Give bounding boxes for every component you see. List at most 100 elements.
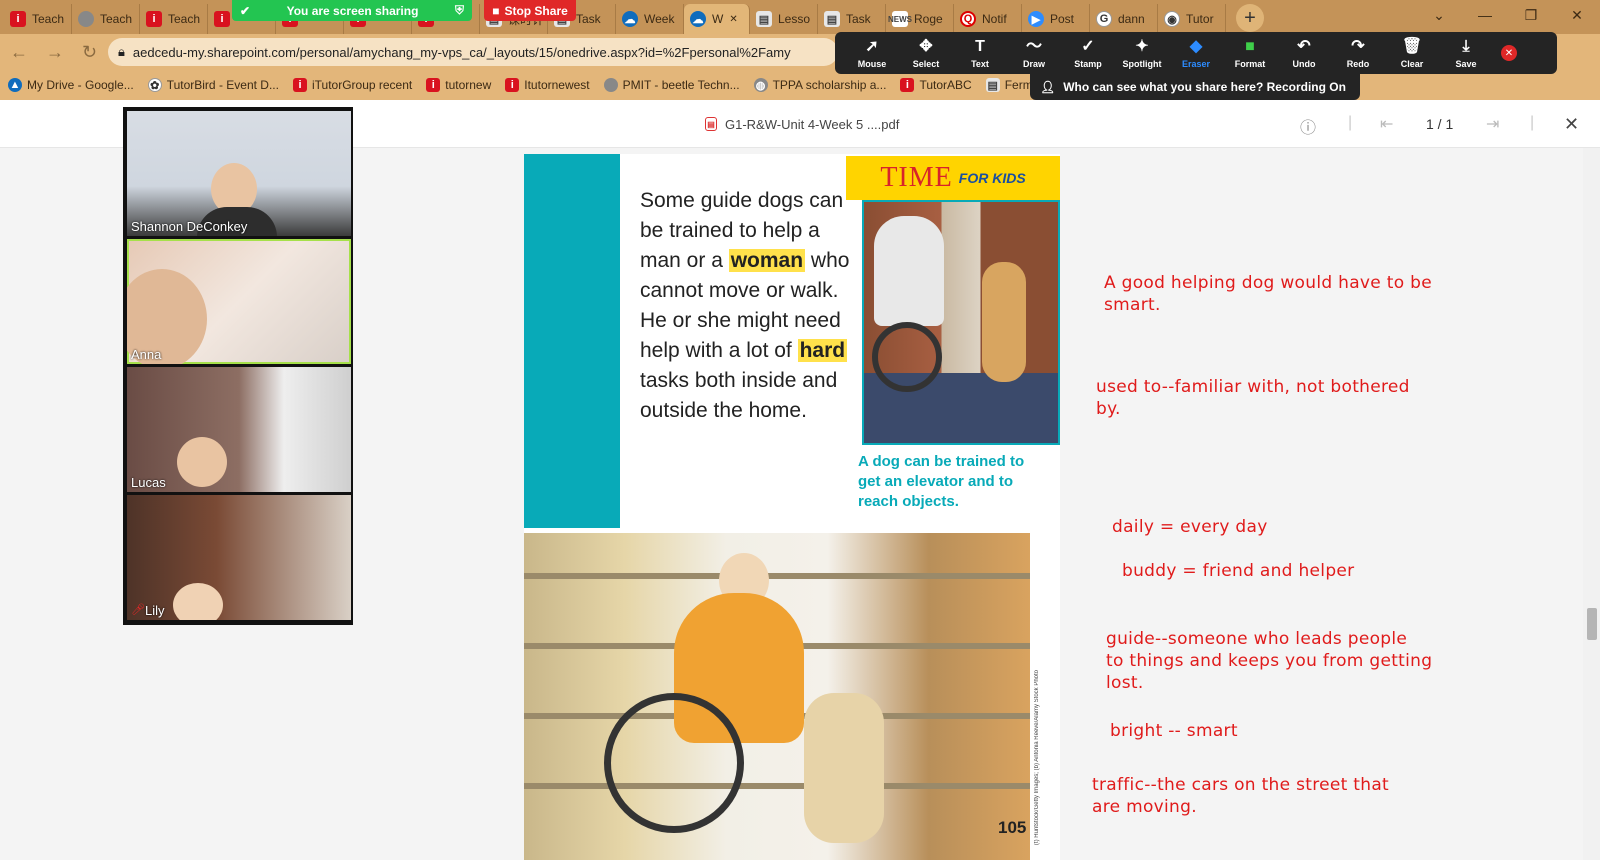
drive-icon: ▲ <box>8 78 22 92</box>
tool-save[interactable]: ⤓ Save <box>1439 38 1493 69</box>
onedrive-icon: ☁ <box>690 11 706 27</box>
new-tab-icon[interactable]: + <box>1236 4 1264 32</box>
tool-eraser[interactable]: ◆ Eraser <box>1169 38 1223 69</box>
video-tile[interactable]: Lucas <box>127 367 351 492</box>
tool-label: Spotlight <box>1122 58 1162 69</box>
close-annotation-icon[interactable]: ✕ <box>1501 45 1517 61</box>
google-icon: G <box>1096 11 1112 27</box>
tool-format[interactable]: ■ Format <box>1223 38 1277 69</box>
browser-tab[interactable]: ☁ W ✕ <box>684 4 750 34</box>
address-bar[interactable]: 🔒︎ aedcedu-my.sharepoint.com/personal/am… <box>108 38 838 66</box>
annotation-toolbar: ➚ Mouse ✥ Select T Text 〜 Draw ✓ Stamp ✦ Spotlight ◆… <box>835 32 1557 74</box>
recording-text: Who can see what you share here? Recordi… <box>1063 80 1346 94</box>
tab-search-icon[interactable]: ⌄ <box>1416 0 1462 30</box>
photo-credit: (t) Huntstock/Getty Images; (b) Antonia … <box>1034 670 1040 846</box>
sharing-icon: ✔ <box>240 3 251 18</box>
tool-label: Eraser <box>1181 58 1211 69</box>
tool-mouse[interactable]: ➚ Mouse <box>845 38 899 69</box>
video-tile[interactable]: Shannon DeConkey <box>127 111 351 236</box>
quora-icon: Q <box>960 11 976 27</box>
browser-tab[interactable]: Gdann <box>1090 4 1158 34</box>
tool-undo[interactable]: ↶ Undo <box>1277 38 1331 69</box>
squiggle-icon: 〜 <box>1025 37 1042 55</box>
browser-tab[interactable]: ◉ Tutor <box>1158 4 1226 34</box>
teal-bar <box>524 154 620 528</box>
last-page-icon[interactable]: ⇥ <box>1486 114 1499 134</box>
forward-icon[interactable]: → <box>46 42 64 63</box>
close-tab-icon[interactable]: ✕ <box>729 14 737 25</box>
browser-tab[interactable]: i Teach <box>4 4 72 34</box>
participant-name: Anna <box>131 347 162 362</box>
tool-label: Stamp <box>1074 58 1102 69</box>
browser-tab[interactable]: Q Notif <box>954 4 1022 34</box>
restore-icon[interactable]: ❐ <box>1508 0 1554 30</box>
trash-icon: 🗑 <box>1401 37 1423 55</box>
first-page-icon[interactable]: ⇤ <box>1380 114 1393 134</box>
tab-label: Teach <box>32 12 65 26</box>
bookmark-item[interactable]: PMIT - beetle Techn... <box>603 78 740 92</box>
zoom-icon: ▶ <box>1028 11 1044 27</box>
tool-label: Save <box>1455 58 1477 69</box>
wand-icon: ✦ <box>1135 37 1149 55</box>
screen-sharing-banner[interactable]: ✔ You are screen sharing ⛨ <box>232 0 472 21</box>
tool-redo[interactable]: ↷ Redo <box>1331 38 1385 69</box>
onedrive-icon: ☁ <box>622 11 638 27</box>
browser-tab[interactable]: NEWS Roge <box>886 4 954 34</box>
tab-label: Task <box>846 12 871 26</box>
scrollbar-thumb[interactable] <box>1587 608 1597 640</box>
divider: | <box>1348 114 1353 131</box>
bookmark-item[interactable]: i TutorABC <box>900 78 972 92</box>
tab-label: Week <box>644 12 675 26</box>
tab-label: W <box>712 12 724 26</box>
tool-label: Undo <box>1292 58 1316 69</box>
lock-icon: 🔒︎ <box>118 44 125 59</box>
browser-tab[interactable]: ☁ Week <box>616 4 684 34</box>
stop-share-label: Stop Share <box>504 3 568 18</box>
tool-spotlight[interactable]: ✦ Spotlight <box>1115 38 1169 69</box>
browser-tab[interactable]: i Teach <box>140 4 208 34</box>
doc-icon: ▤ <box>824 11 840 27</box>
bookmark-item[interactable]: i iTutorGroup recent <box>292 78 412 92</box>
bookmark-label: PMIT - beetle Techn... <box>622 78 740 92</box>
tool-stamp[interactable]: ✓ Stamp <box>1061 38 1115 69</box>
tool-label: Draw <box>1022 58 1045 69</box>
bookmark-label: My Drive - Google... <box>27 78 134 92</box>
video-tile[interactable]: Lily 🎤︎ <box>127 495 351 620</box>
back-icon[interactable]: ← <box>10 42 28 63</box>
video-tile[interactable]: Anna <box>127 239 351 364</box>
tool-text[interactable]: T Text <box>953 38 1007 69</box>
tool-draw[interactable]: 〜 Draw <box>1007 38 1061 69</box>
note-text: daily = every day <box>1112 517 1268 537</box>
bookmark-label: TutorABC <box>919 78 972 92</box>
itutor-icon: i <box>426 78 441 92</box>
close-viewer-icon[interactable]: ✕ <box>1564 114 1579 135</box>
document-title: ▤ G1-R&W-Unit 4-Week 5 ....pdf <box>705 114 899 134</box>
bookmark-item[interactable]: i tutornew <box>426 78 491 92</box>
tool-select[interactable]: ✥ Select <box>899 38 953 69</box>
minimize-icon[interactable]: — <box>1462 0 1508 30</box>
bookmark-item[interactable]: ▲ My Drive - Google... <box>8 78 134 92</box>
browser-tab[interactable]: Teach <box>72 4 140 34</box>
tab-label: Post <box>1050 12 1075 26</box>
info-icon[interactable]: ⓘ <box>1300 114 1316 138</box>
news-icon: NEWS <box>888 11 912 27</box>
tool-clear[interactable]: 🗑 Clear <box>1385 38 1439 69</box>
close-window-icon[interactable]: ✕ <box>1554 0 1600 30</box>
reload-icon[interactable]: ↻ <box>82 42 97 63</box>
participant-name: Lucas <box>131 475 166 490</box>
move-icon: ✥ <box>919 37 933 55</box>
stop-share-button[interactable]: ■ Stop Share <box>484 0 576 21</box>
browser-tab[interactable]: ▤ Task <box>818 4 886 34</box>
recording-banner[interactable]: 👤︎ Who can see what you share here? Reco… <box>1030 74 1360 100</box>
bookmark-item[interactable]: ✿ TutorBird - Event D... <box>147 78 279 92</box>
bookmark-item[interactable]: ◍ TPPA scholarship a... <box>753 78 886 92</box>
bookmark-item[interactable]: i Itutornewest <box>505 78 590 92</box>
participant-name: Lily <box>145 603 165 618</box>
highlighted-word: hard <box>797 339 848 362</box>
scrollbar[interactable] <box>1583 148 1600 860</box>
browser-tab[interactable]: ▶ Post <box>1022 4 1090 34</box>
video-gallery: Shannon DeConkey Anna Lucas Lily 🎤︎ <box>123 107 353 625</box>
time-for-kids-logo: TIME FOR KIDS <box>846 156 1060 200</box>
tab-label: Task <box>576 12 601 26</box>
browser-tab[interactable]: ▤ Lesso <box>750 4 818 34</box>
